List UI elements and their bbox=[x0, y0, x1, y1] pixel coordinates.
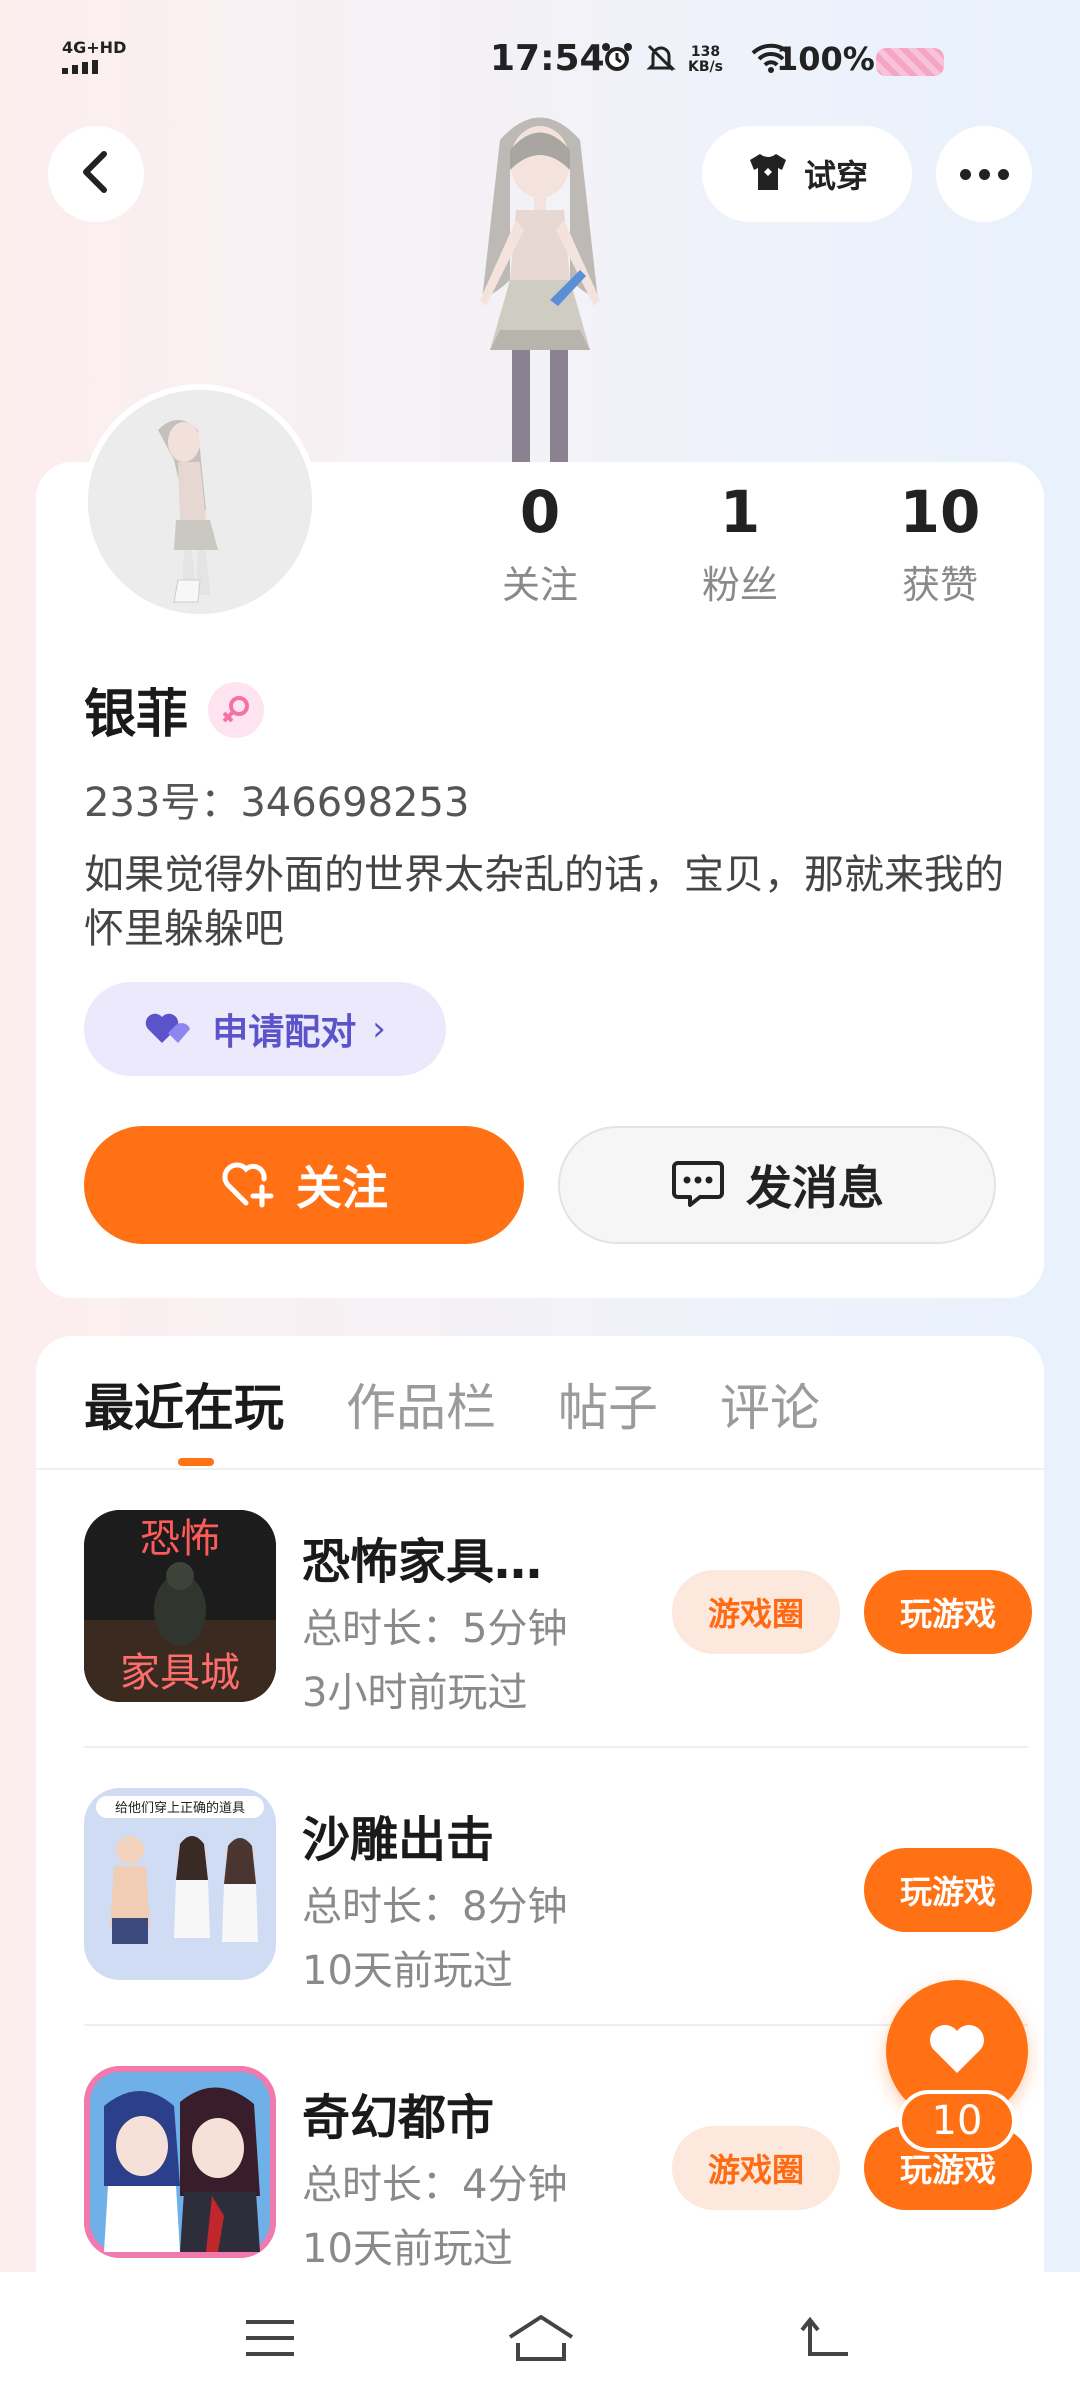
speed-unit: KB/s bbox=[688, 59, 723, 75]
status-icons: 138 KB/s bbox=[600, 40, 791, 80]
female-icon bbox=[208, 681, 265, 738]
battery-percent: 100% bbox=[776, 40, 875, 78]
game-icon-horror-furniture[interactable]: 恐怖 家具城 bbox=[84, 1510, 276, 1702]
stat-label: 粉丝 bbox=[701, 563, 778, 607]
follow-button[interactable]: 关注 bbox=[84, 1126, 524, 1244]
game-last-played: 10天前玩过 bbox=[302, 1948, 513, 1994]
stat-followers[interactable]: 1 粉丝 bbox=[640, 478, 840, 609]
game-icon-fantasy-city[interactable] bbox=[84, 2066, 276, 2258]
game-last-played: 10天前玩过 bbox=[302, 2226, 513, 2272]
game-total-time: 总时长：5分钟 bbox=[302, 1606, 568, 1652]
request-pair-label: 申请配对 bbox=[212, 1012, 357, 1053]
user-bio: 如果觉得外面的世界太杂乱的话，宝贝，那就来我的怀里躲躲吧 bbox=[84, 852, 1004, 952]
try-on-label: 试穿 bbox=[803, 157, 868, 195]
stat-following[interactable]: 0 关注 bbox=[440, 478, 640, 609]
stat-label: 关注 bbox=[501, 563, 578, 607]
follow-label: 关注 bbox=[296, 1161, 388, 1215]
game-title[interactable]: 沙雕出击 bbox=[302, 1800, 494, 1870]
stat-value: 0 bbox=[519, 478, 561, 546]
try-on-button[interactable]: 试穿 bbox=[702, 126, 912, 222]
game-title[interactable]: 奇幻都市 bbox=[302, 2078, 494, 2148]
game-total-time: 总时长：8分钟 bbox=[302, 1884, 568, 1930]
back-button[interactable] bbox=[48, 126, 144, 222]
activity-card: 最近在玩 作品栏 帖子 评论 恐怖 家具城 恐怖家具… 总时长：5分钟 3小时前… bbox=[36, 1336, 1044, 2400]
network-type: 4G+HD bbox=[62, 38, 127, 57]
send-message-button[interactable]: 发消息 bbox=[558, 1126, 996, 1244]
icon-banner-text: 给他们穿上正确的道具 bbox=[115, 1800, 245, 1816]
icon-text-top: 恐怖 bbox=[140, 1516, 220, 1562]
send-message-label: 发消息 bbox=[746, 1161, 884, 1215]
more-options-button[interactable] bbox=[936, 126, 1032, 222]
mute-bell-icon bbox=[644, 41, 678, 79]
username-row: 银菲 bbox=[84, 672, 265, 747]
play-game-button[interactable]: 玩游戏 bbox=[864, 1848, 1032, 1932]
avatar[interactable] bbox=[82, 384, 318, 620]
speed-value: 138 bbox=[690, 44, 721, 60]
avatar-image bbox=[88, 390, 312, 614]
battery-icon bbox=[876, 48, 944, 76]
chevron-left-icon bbox=[76, 150, 116, 198]
request-pair-button[interactable]: 申请配对 › bbox=[84, 982, 446, 1076]
character-model[interactable] bbox=[430, 100, 650, 470]
profile-stats: 0 关注 1 粉丝 10 获赞 bbox=[440, 478, 1040, 609]
profile-tabs: 最近在玩 作品栏 帖子 评论 bbox=[84, 1368, 820, 1440]
heart-icon bbox=[926, 2021, 988, 2081]
game-row[interactable]: 奇幻都市 总时长：4分钟 10天前玩过 游戏圈 玩游戏 bbox=[84, 2026, 1032, 2304]
back-nav-icon[interactable] bbox=[796, 2308, 856, 2368]
game-circle-button[interactable]: 游戏圈 bbox=[672, 2126, 840, 2210]
signal-indicator: 4G+HD bbox=[62, 40, 126, 74]
tab-comments[interactable]: 评论 bbox=[720, 1368, 820, 1440]
game-row[interactable]: 恐怖 家具城 恐怖家具… 总时长：5分钟 3小时前玩过 游戏圈 玩游戏 bbox=[84, 1470, 1032, 1748]
username: 银菲 bbox=[84, 685, 189, 745]
menu-icon[interactable] bbox=[240, 2308, 300, 2368]
tab-works[interactable]: 作品栏 bbox=[346, 1368, 496, 1440]
network-speed: 138 KB/s bbox=[688, 45, 723, 75]
like-count-badge: 10 bbox=[898, 2090, 1016, 2152]
heart-plus-icon bbox=[220, 1157, 276, 1213]
stat-likes[interactable]: 10 获赞 bbox=[840, 478, 1040, 609]
clock: 17:54 bbox=[490, 38, 605, 79]
more-dots-icon bbox=[959, 168, 1009, 180]
tshirt-icon bbox=[746, 152, 790, 196]
game-title[interactable]: 恐怖家具… bbox=[302, 1522, 542, 1592]
game-last-played: 3小时前玩过 bbox=[302, 1670, 528, 1716]
active-tab-indicator bbox=[178, 1458, 214, 1466]
tab-posts[interactable]: 帖子 bbox=[558, 1368, 658, 1440]
play-game-button[interactable]: 玩游戏 bbox=[864, 1570, 1032, 1654]
double-heart-icon bbox=[144, 1007, 196, 1051]
home-icon[interactable] bbox=[506, 2308, 576, 2368]
stat-value: 1 bbox=[719, 478, 761, 546]
stat-label: 获赞 bbox=[901, 563, 978, 607]
tab-recently-played[interactable]: 最近在玩 bbox=[84, 1368, 284, 1440]
chat-bubble-icon bbox=[670, 1157, 726, 1213]
user-id: 233号：346698253 bbox=[84, 780, 470, 826]
game-icon-shadiao-attack[interactable]: 给他们穿上正确的道具 bbox=[84, 1788, 276, 1980]
game-total-time: 总时长：4分钟 bbox=[302, 2162, 568, 2208]
game-row[interactable]: 给他们穿上正确的道具 沙雕出击 总时长：8分钟 10天前玩过 玩游戏 bbox=[84, 1748, 1032, 2026]
game-circle-button[interactable]: 游戏圈 bbox=[672, 1570, 840, 1654]
system-navigation-bar bbox=[0, 2272, 1080, 2400]
chevron-right-icon: › bbox=[372, 1009, 386, 1049]
stat-value: 10 bbox=[899, 478, 981, 546]
alarm-icon bbox=[600, 41, 634, 79]
signal-bars-icon bbox=[62, 60, 126, 74]
icon-text-bottom: 家具城 bbox=[120, 1650, 240, 1696]
